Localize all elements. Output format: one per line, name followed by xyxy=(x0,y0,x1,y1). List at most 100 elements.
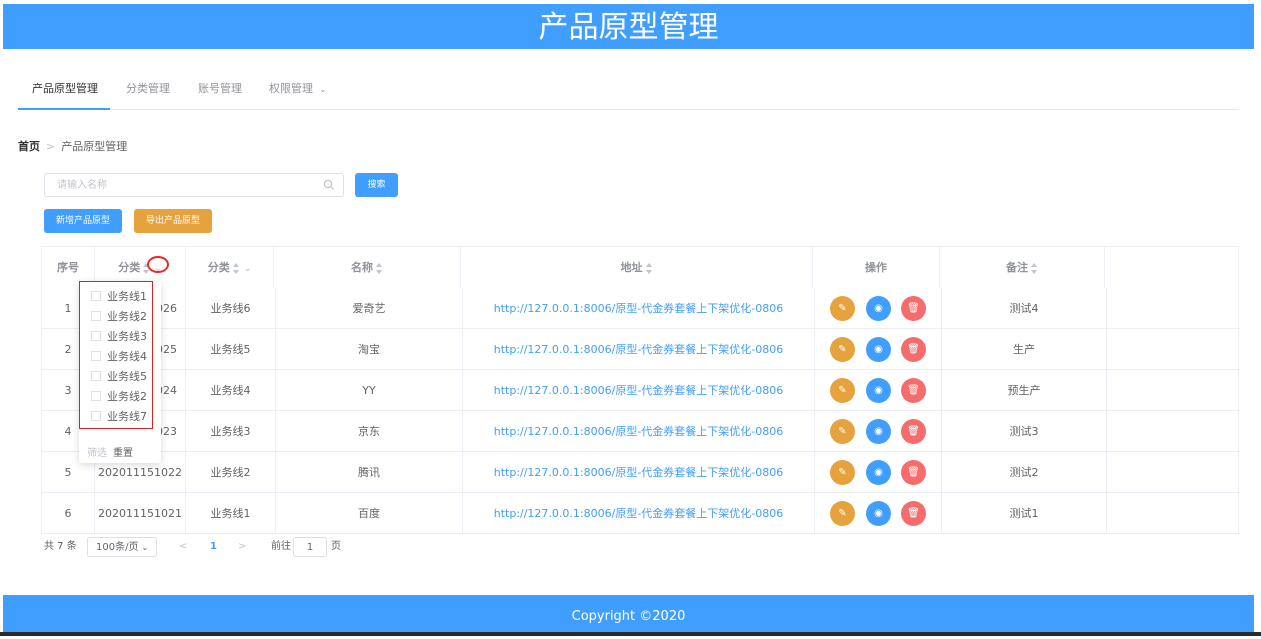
cell-note: 测试3 xyxy=(942,411,1107,452)
cell-note: 测试4 xyxy=(942,288,1107,329)
edit-icon[interactable]: ✎ xyxy=(830,501,855,526)
edit-icon[interactable]: ✎ xyxy=(830,296,855,321)
filter-option-label: 业务线2 xyxy=(107,310,147,323)
cell-index: 6 xyxy=(42,493,95,534)
table-row: 5 202011151022 业务线2 腾讯 http://127.0.0.1:… xyxy=(42,452,1240,493)
filter-options-list: 业务线1 业务线2 业务线3 业务线4 业务线5 业务线2 业务线7 xyxy=(79,281,153,429)
col-note-label: 备注 xyxy=(1006,261,1028,274)
filter-chevron-icon[interactable]: ⌄ xyxy=(244,249,252,290)
eye-icon[interactable]: ◉ xyxy=(866,460,891,485)
search-input[interactable] xyxy=(57,174,327,196)
col-note[interactable]: 备注 xyxy=(940,247,1105,288)
filter-option[interactable]: 业务线2 xyxy=(91,308,147,324)
bottom-bar xyxy=(0,632,1261,636)
filter-confirm-button[interactable]: 筛选 xyxy=(87,448,107,459)
trash-icon[interactable]: 🗑 xyxy=(901,296,926,321)
tab-permission[interactable]: 权限管理 ⌄ xyxy=(269,80,326,96)
breadcrumb: 首页 > 产品原型管理 xyxy=(18,138,127,154)
search-icon[interactable] xyxy=(323,179,335,191)
trash-icon[interactable]: 🗑 xyxy=(901,419,926,444)
search-box xyxy=(44,173,344,197)
chevron-down-icon: ⌄ xyxy=(141,543,149,552)
goto-page-input[interactable]: 1 xyxy=(293,537,327,557)
edit-icon[interactable]: ✎ xyxy=(830,460,855,485)
filter-option[interactable]: 业务线4 xyxy=(91,348,147,364)
checkbox-icon[interactable] xyxy=(91,351,101,361)
sort-icon[interactable] xyxy=(645,262,653,274)
cell-name: YY xyxy=(276,370,463,411)
filter-option[interactable]: 业务线1 xyxy=(91,288,147,304)
cell-actions: ✎ ◉ 🗑 xyxy=(815,411,942,452)
checkbox-icon[interactable] xyxy=(91,291,101,301)
page-size-select[interactable]: 100条/页 ⌄ xyxy=(87,537,158,557)
trash-icon[interactable]: 🗑 xyxy=(901,378,926,403)
col-url-label: 地址 xyxy=(620,261,643,274)
search-button[interactable]: 搜索 xyxy=(355,173,398,197)
cell-url-link[interactable]: http://127.0.0.1:8006/原型-代金券套餐上下架优化-0806 xyxy=(463,329,815,370)
highlight-circle-annotation xyxy=(147,256,169,273)
checkbox-icon[interactable] xyxy=(91,411,101,421)
top-nav: 产品原型管理 分类管理 账号管理 权限管理 ⌄ xyxy=(18,70,1239,110)
col-name[interactable]: 名称 xyxy=(274,247,461,288)
app-header: 产品原型管理 xyxy=(3,4,1254,49)
cell-note: 测试2 xyxy=(942,452,1107,493)
tab-permission-label: 权限管理 xyxy=(269,82,313,95)
breadcrumb-home[interactable]: 首页 xyxy=(18,140,40,153)
cell-url-link[interactable]: http://127.0.0.1:8006/原型-代金券套餐上下架优化-0806 xyxy=(463,288,815,329)
edit-icon[interactable]: ✎ xyxy=(830,378,855,403)
filter-option-label: 业务线2 xyxy=(107,390,147,403)
active-tab-underline xyxy=(18,108,110,110)
sort-icon[interactable] xyxy=(1031,262,1038,274)
tab-account[interactable]: 账号管理 xyxy=(198,80,242,96)
col-actions: 操作 xyxy=(813,247,940,288)
trash-icon[interactable]: 🗑 xyxy=(901,501,926,526)
cell-url-link[interactable]: http://127.0.0.1:8006/原型-代金券套餐上下架优化-0806 xyxy=(463,411,815,452)
eye-icon[interactable]: ◉ xyxy=(866,378,891,403)
filter-option[interactable]: 业务线5 xyxy=(91,368,147,384)
cell-url-link[interactable]: http://127.0.0.1:8006/原型-代金券套餐上下架优化-0806 xyxy=(463,452,815,493)
cell-url-link[interactable]: http://127.0.0.1:8006/原型-代金券套餐上下架优化-0806 xyxy=(463,370,815,411)
export-prototype-button[interactable]: 导出产品原型 xyxy=(134,209,212,233)
filter-reset-button[interactable]: 重置 xyxy=(113,448,133,459)
col-name-label: 名称 xyxy=(351,261,373,274)
cell-actions: ✎ ◉ 🗑 xyxy=(815,329,942,370)
goto-label: 前往 xyxy=(271,541,291,552)
col-category-2[interactable]: 分类 ⌄ xyxy=(186,247,274,288)
prev-page-icon[interactable]: < xyxy=(179,537,187,557)
cell-url-link[interactable]: http://127.0.0.1:8006/原型-代金券套餐上下架优化-0806 xyxy=(463,493,815,534)
trash-icon[interactable]: 🗑 xyxy=(901,460,926,485)
checkbox-icon[interactable] xyxy=(91,391,101,401)
checkbox-icon[interactable] xyxy=(91,331,101,341)
filter-option[interactable]: 业务线3 xyxy=(91,328,147,344)
trash-icon[interactable]: 🗑 xyxy=(901,337,926,362)
cell-name: 爱奇艺 xyxy=(276,288,463,329)
tab-product-prototype[interactable]: 产品原型管理 xyxy=(32,80,98,96)
tab-category[interactable]: 分类管理 xyxy=(126,80,170,96)
chevron-right-icon: > xyxy=(46,140,56,153)
edit-icon[interactable]: ✎ xyxy=(830,419,855,444)
eye-icon[interactable]: ◉ xyxy=(866,501,891,526)
eye-icon[interactable]: ◉ xyxy=(866,296,891,321)
next-page-icon[interactable]: > xyxy=(238,537,246,557)
page-number-current[interactable]: 1 xyxy=(210,537,217,557)
table-row: 1 026 业务线6 爱奇艺 http://127.0.0.1:8006/原型-… xyxy=(42,288,1240,329)
prototype-table: 序号 分类 ⌄ 分类 ⌄ 名称 地址 操作 备注 1 026 业务线6 爱奇艺 ht… xyxy=(41,246,1240,534)
eye-icon[interactable]: ◉ xyxy=(866,419,891,444)
breadcrumb-current: 产品原型管理 xyxy=(61,140,128,153)
add-prototype-button[interactable]: 新增产品原型 xyxy=(44,209,122,233)
sort-icon[interactable] xyxy=(376,262,383,274)
edit-icon[interactable]: ✎ xyxy=(830,337,855,362)
cell-note: 预生产 xyxy=(942,370,1107,411)
cell-actions: ✎ ◉ 🗑 xyxy=(815,288,942,329)
col-actions-label: 操作 xyxy=(865,261,887,274)
cell-name: 京东 xyxy=(276,411,463,452)
sort-icon[interactable] xyxy=(232,262,240,274)
pagination-total: 共 7 条 xyxy=(44,541,77,552)
cell-category: 业务线6 xyxy=(186,288,276,329)
filter-option[interactable]: 业务线2 xyxy=(91,388,147,404)
col-url[interactable]: 地址 xyxy=(461,247,813,288)
checkbox-icon[interactable] xyxy=(91,371,101,381)
eye-icon[interactable]: ◉ xyxy=(866,337,891,362)
checkbox-icon[interactable] xyxy=(91,311,101,321)
filter-option[interactable]: 业务线7 xyxy=(91,408,147,424)
